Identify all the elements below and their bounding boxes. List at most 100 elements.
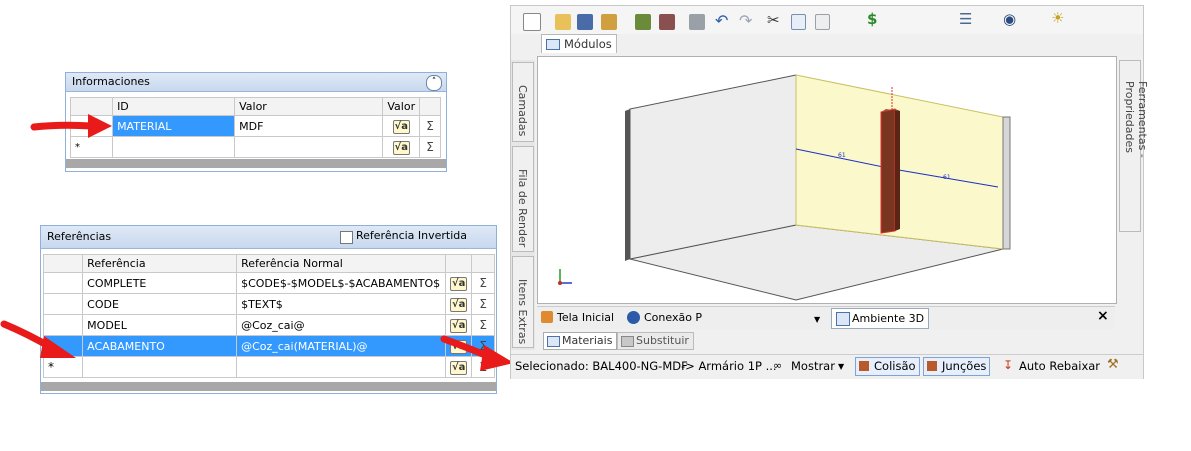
room-scene: 61 61: [558, 74, 1011, 301]
copy-icon[interactable]: [791, 14, 806, 30]
axis-origin: [558, 281, 562, 285]
info-grid: ID Valor Valor MATERIAL MDF √a Σ * √a Σ: [69, 97, 441, 158]
connection-icon: [627, 311, 640, 324]
cell-referencia[interactable]: CODE: [82, 293, 238, 315]
cell-id[interactable]: [112, 136, 236, 158]
save-icon[interactable]: [577, 14, 593, 30]
tab-itens-extras[interactable]: Itens Extras: [512, 256, 534, 348]
sigma-icon[interactable]: Σ: [479, 297, 487, 311]
cell-referencia-normal[interactable]: $CODE$-$MODEL$-$ACABAMENTO$: [236, 272, 446, 294]
cell-referencia[interactable]: MODEL: [82, 314, 238, 336]
sigma-icon[interactable]: Σ: [479, 276, 487, 290]
left-wall-edge: [625, 109, 630, 261]
viewport-tab-bar: Tela Inicial Conexão P ▼ Ambiente 3D ×: [537, 306, 1115, 329]
glasses-icon: ∞: [773, 359, 783, 372]
cell-referencia[interactable]: [82, 356, 238, 378]
render-icon[interactable]: [635, 14, 651, 30]
table-row[interactable]: COMPLETE $CODE$-$MODEL$-$ACABAMENTO$ √a …: [42, 272, 495, 294]
left-side-tabs: Camadas Fila de Render Itens Extras: [511, 60, 535, 350]
ambient-3d-icon: [836, 312, 850, 326]
formula-icon[interactable]: √a: [450, 276, 468, 291]
dimension-label: 61: [943, 174, 951, 181]
invert-checkbox-label: Referência Invertida: [356, 229, 468, 242]
joints-button[interactable]: Junções: [923, 357, 991, 376]
tab-modulos[interactable]: Módulos: [541, 34, 617, 53]
sigma-icon[interactable]: Σ: [426, 119, 434, 133]
column-side: [895, 109, 900, 231]
cell-referencia-normal[interactable]: @Coz_cai(MATERIAL)@: [236, 335, 446, 357]
print-icon[interactable]: [689, 14, 705, 30]
modules-icon: [546, 39, 560, 50]
export-icon[interactable]: [601, 14, 617, 30]
cell-referencia[interactable]: COMPLETE: [82, 272, 238, 294]
tab-materiais[interactable]: Materiais: [543, 332, 618, 350]
invert-checkbox[interactable]: [340, 231, 353, 244]
dropdown-arrow-icon[interactable]: ▼: [814, 315, 820, 324]
cell-referencia-normal[interactable]: $TEXT$: [236, 293, 446, 315]
tab-substituir-label: Substituir: [636, 334, 689, 347]
tab-itens-extras-label: Itens Extras: [516, 279, 529, 345]
joints-label: Junções: [942, 359, 987, 373]
home-icon: [541, 311, 553, 323]
collision-button[interactable]: Colisão: [855, 357, 920, 376]
tab-tela-inicial[interactable]: Tela Inicial: [557, 309, 614, 327]
formula-icon[interactable]: √a: [392, 140, 410, 155]
viewport-3d[interactable]: 61 61: [537, 56, 1117, 304]
close-icon[interactable]: ×: [1097, 308, 1109, 324]
app-window: ↶ ↷ ✂ $ ☰ ◉ ☀ Módulos Camadas Fila de Re…: [510, 5, 1149, 379]
tab-ferramentas-propriedades[interactable]: Ferramentas - Propriedades: [1119, 60, 1149, 232]
cell-valor[interactable]: MDF: [234, 115, 384, 137]
cell-valor[interactable]: [234, 136, 384, 158]
formula-icon[interactable]: √a: [450, 297, 468, 312]
column-front: [880, 108, 896, 234]
formula-icon[interactable]: √a: [392, 119, 410, 134]
tab-substituir[interactable]: Substituir: [617, 332, 694, 350]
new-file-icon[interactable]: [523, 13, 541, 31]
cell-referencia[interactable]: ACABAMENTO: [82, 335, 238, 357]
sigma-icon[interactable]: Σ: [426, 140, 434, 154]
cut-icon[interactable]: ✂: [767, 11, 780, 29]
paste-icon[interactable]: [815, 14, 830, 30]
table-row[interactable]: * √a Σ: [69, 136, 441, 158]
materials-icon: [547, 336, 560, 347]
formula-icon[interactable]: √a: [450, 318, 468, 333]
cell-id[interactable]: MATERIAL: [112, 115, 236, 137]
auto-lower-button[interactable]: Auto Rebaixar: [1019, 359, 1100, 373]
redo-icon[interactable]: ↷: [739, 11, 752, 30]
table-row[interactable]: * √a Σ: [42, 356, 495, 378]
cell-referencia-normal[interactable]: @Coz_cai@: [236, 314, 446, 336]
pointer-arrow-icon: [440, 335, 514, 371]
tab-fila-render[interactable]: Fila de Render: [512, 146, 534, 252]
substitute-icon: [621, 336, 634, 347]
col-header-valor-2: Valor: [382, 97, 421, 116]
collapse-icon[interactable]: ˄: [426, 75, 442, 91]
open-folder-icon[interactable]: [555, 14, 571, 30]
print-preview-icon[interactable]: [659, 14, 675, 30]
selected-status: Selecionado: BAL400-NG-MDF: [515, 359, 688, 373]
table-row[interactable]: MATERIAL MDF √a Σ: [69, 115, 441, 137]
undo-icon[interactable]: ↶: [715, 11, 728, 30]
dimension-label: 61: [838, 152, 846, 159]
tab-modulos-label: Módulos: [564, 37, 612, 51]
col-header-id: ID: [112, 97, 236, 116]
tab-ambiente-3d[interactable]: Ambiente 3D: [831, 308, 930, 329]
bottom-tab-bar: Materiais Substituir: [537, 332, 837, 350]
layers-icon[interactable]: ☰: [959, 10, 972, 28]
wrench-icon[interactable]: ⚒: [1107, 357, 1119, 372]
status-bar: Selecionado: BAL400-NG-MDF -> Armário 1P…: [511, 354, 1143, 379]
chevron-down-icon[interactable]: ▼: [838, 362, 844, 371]
table-row-selected[interactable]: ACABAMENTO @Coz_cai(MATERIAL)@ √a Σ: [42, 335, 495, 357]
currency-icon[interactable]: $: [867, 10, 877, 28]
cell-referencia-normal[interactable]: [236, 356, 446, 378]
lightbulb-icon[interactable]: ☀: [1051, 9, 1064, 27]
ref-panel: Referências Referência Invertida Referên…: [40, 225, 497, 394]
tab-camadas[interactable]: Camadas: [512, 62, 534, 142]
tab-conexao-p[interactable]: Conexão P: [644, 309, 702, 327]
table-row[interactable]: CODE $TEXT$ √a Σ: [42, 293, 495, 315]
table-row[interactable]: MODEL @Coz_cai@ √a Σ: [42, 314, 495, 336]
tab-fila-render-label: Fila de Render: [516, 169, 529, 248]
show-dropdown[interactable]: Mostrar: [791, 359, 835, 373]
sigma-icon[interactable]: Σ: [479, 318, 487, 332]
tab-materiais-label: Materiais: [562, 334, 613, 347]
eye-icon[interactable]: ◉: [1003, 10, 1016, 28]
